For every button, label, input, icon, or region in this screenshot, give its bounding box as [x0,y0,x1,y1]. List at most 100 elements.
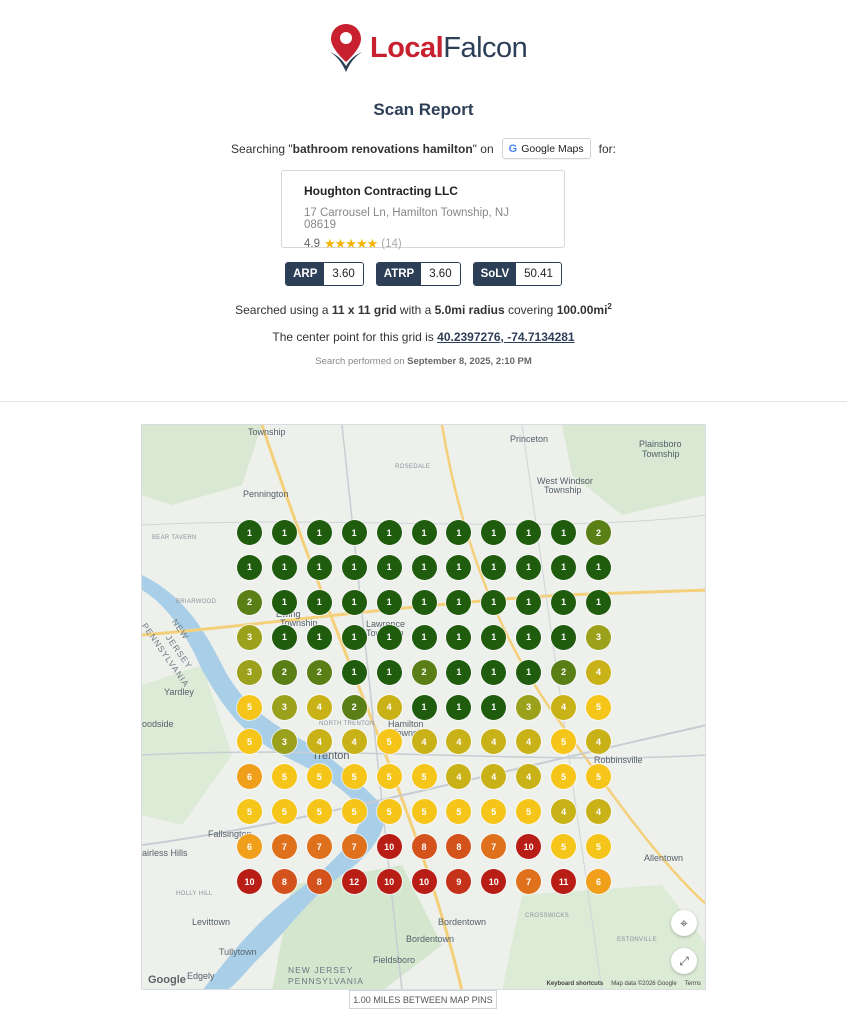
rank-pin[interactable]: 1 [446,659,472,685]
rank-pin[interactable]: 3 [516,694,542,720]
rank-pin[interactable]: 1 [411,624,437,650]
rank-pin[interactable]: 1 [376,520,402,545]
rank-pin[interactable]: 1 [516,659,542,685]
rank-pin[interactable]: 1 [341,659,367,685]
rank-pin[interactable]: 3 [237,659,262,685]
rank-pin[interactable]: 10 [411,869,437,894]
performed-date: Search performed on September 8, 2025, 2… [0,356,847,367]
terms-link[interactable]: Terms [685,981,701,987]
rank-pin[interactable]: 1 [306,554,332,580]
rank-pin[interactable]: 1 [411,520,437,545]
grid-radius: 5.0mi radius [434,303,505,317]
scan-map[interactable]: Township Princeton ROSEDALE Pennington W… [141,424,706,990]
rank-pin[interactable]: 5 [237,694,262,720]
rank-pin[interactable]: 1 [551,520,577,545]
rank-pin[interactable]: 4 [551,694,577,720]
rank-pin[interactable]: 1 [341,520,367,545]
grid-mid: with a [399,303,432,317]
rank-pin[interactable]: 1 [306,624,332,650]
rank-pin[interactable]: 6 [586,869,611,894]
rank-pin[interactable]: 1 [271,554,297,580]
rank-pin[interactable]: 11 [551,869,577,894]
rank-pin[interactable]: 5 [586,694,611,720]
rank-pin[interactable]: 4 [411,729,437,755]
rank-pin[interactable]: 7 [271,834,297,860]
rank-pin[interactable]: 5 [411,764,437,790]
rank-pin[interactable]: 1 [271,520,297,545]
rank-pin[interactable]: 1 [237,520,262,545]
rank-pin[interactable]: 7 [341,834,367,860]
rank-pin[interactable]: 1 [446,624,472,650]
rank-pin[interactable]: 1 [481,659,507,685]
rank-pin[interactable]: 6 [237,834,262,860]
rank-pin[interactable]: 5 [376,729,402,755]
rank-pin[interactable]: 5 [376,764,402,790]
rank-pin[interactable]: 1 [376,659,402,685]
rank-pin[interactable]: 10 [376,869,402,894]
rank-pin[interactable]: 1 [551,589,577,615]
rank-pin[interactable]: 1 [551,624,577,650]
map-place: Tullytown [219,947,257,957]
rank-pin[interactable]: 5 [341,764,367,790]
rank-pin[interactable]: 8 [411,834,437,860]
rank-pin[interactable]: 4 [376,694,402,720]
rank-pin[interactable]: 2 [237,589,262,615]
rank-pin[interactable]: 1 [376,554,402,580]
rank-pin[interactable]: 1 [586,589,611,615]
rank-pin[interactable]: 5 [341,799,367,825]
rank-pin[interactable]: 1 [341,624,367,650]
rank-pin[interactable]: 1 [341,589,367,615]
rank-pin[interactable]: 1 [481,589,507,615]
metrics-row: ARP 3.60 ATRP 3.60 SoLV 50.41 [0,262,847,286]
rank-pin[interactable]: 5 [271,799,297,825]
rank-pin[interactable]: 1 [411,589,437,615]
rank-pin[interactable]: 4 [306,694,332,720]
rank-pin[interactable]: 3 [586,624,611,650]
rank-pin[interactable]: 1 [271,624,297,650]
center-coords-link[interactable]: 40.2397276, -74.7134281 [437,330,574,344]
rank-pin[interactable]: 2 [271,659,297,685]
rank-pin[interactable]: 4 [586,659,611,685]
rank-pin[interactable]: 1 [376,624,402,650]
rank-pin[interactable]: 1 [516,589,542,615]
rank-pin[interactable]: 1 [516,624,542,650]
rank-pin[interactable]: 3 [237,624,262,650]
rank-pin[interactable]: 1 [306,520,332,545]
map-place: Allentown [644,853,684,863]
rank-pin[interactable]: 10 [376,834,402,860]
keyboard-shortcuts-link[interactable]: Keyboard shortcuts [547,981,604,987]
rank-pin[interactable]: 5 [376,799,402,825]
rank-pin[interactable]: 1 [237,554,262,580]
rank-pin[interactable]: 1 [481,624,507,650]
rank-pin[interactable]: 1 [306,589,332,615]
rank-pin[interactable]: 1 [481,694,507,720]
rank-pin[interactable]: 2 [586,520,611,545]
rank-pin[interactable]: 1 [446,694,472,720]
rank-pin[interactable]: 1 [341,554,367,580]
rank-pin[interactable]: 1 [376,589,402,615]
rank-pin[interactable]: 10 [237,869,262,894]
rank-pin[interactable]: 2 [306,659,332,685]
rank-pin[interactable]: 5 [586,834,611,860]
rank-pin[interactable]: 2 [341,694,367,720]
rank-pin[interactable]: 4 [341,729,367,755]
rank-pin[interactable]: 8 [271,869,297,894]
rank-pin[interactable]: 5 [306,799,332,825]
rank-pin[interactable]: 1 [516,554,542,580]
rank-pin[interactable]: 1 [586,554,611,580]
rank-pin[interactable]: 2 [411,659,437,685]
rank-pin[interactable]: 8 [306,869,332,894]
my-location-button[interactable]: ⌖ [671,910,697,936]
rank-pin[interactable]: 1 [411,694,437,720]
rank-pin[interactable]: 2 [551,659,577,685]
google-maps-badge[interactable]: G Google Maps [501,138,591,159]
rank-pin[interactable]: 12 [341,869,367,894]
rank-pin[interactable]: 5 [411,799,437,825]
rank-pin[interactable]: 3 [271,694,297,720]
fullscreen-button[interactable]: ⤢ [671,948,697,974]
rank-pin[interactable]: 1 [271,589,297,615]
rank-pin[interactable]: 5 [306,764,332,790]
rank-pin[interactable]: 1 [551,554,577,580]
rank-pin[interactable]: 1 [411,554,437,580]
rank-pin[interactable]: 7 [306,834,332,860]
